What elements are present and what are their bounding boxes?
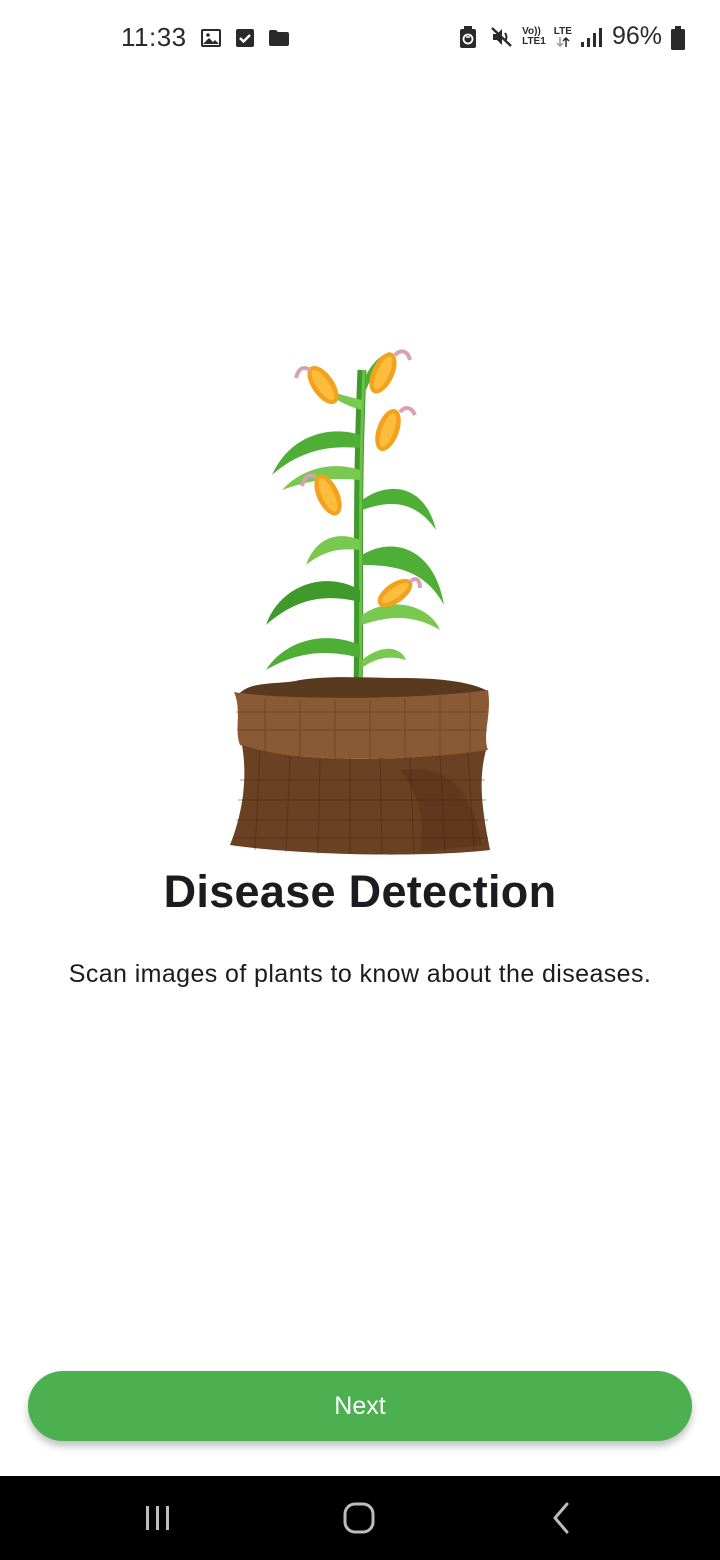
corn-plant-illustration [220, 340, 500, 860]
checkbox-icon [233, 26, 257, 50]
battery-percent: 96% [611, 22, 662, 50]
corn-cob-3 [375, 406, 417, 452]
status-bar: 11:33 Vo)) LTE1 LTE 96% [0, 0, 720, 84]
page-description: Scan images of plants to know about the … [68, 960, 652, 988]
folder-icon [267, 26, 291, 50]
status-time: 11:33 [121, 22, 187, 52]
data-arrows-icon [556, 36, 570, 47]
navigation-bar [0, 1476, 720, 1560]
lte-indicator: LTE [553, 25, 572, 47]
back-icon[interactable] [541, 1498, 581, 1538]
volte-label-top: Vo)) [522, 25, 541, 37]
corn-cob-1 [294, 365, 339, 405]
status-left: 11:33 [121, 22, 291, 53]
signal-icon [580, 25, 604, 49]
lte-label: LTE [553, 25, 572, 37]
page-title: Disease Detection [163, 866, 557, 917]
image-icon [199, 26, 223, 50]
mute-icon [490, 25, 514, 49]
home-icon[interactable] [339, 1498, 379, 1538]
battery-icon [670, 25, 686, 50]
status-right: Vo)) LTE1 LTE 96% [458, 22, 686, 51]
volte-label-bottom: LTE1 [522, 35, 546, 47]
battery-saver-icon [458, 25, 482, 49]
volte-indicator: Vo)) LTE1 [522, 25, 546, 47]
recents-icon[interactable] [138, 1498, 178, 1538]
next-button[interactable]: Next [28, 1371, 692, 1441]
